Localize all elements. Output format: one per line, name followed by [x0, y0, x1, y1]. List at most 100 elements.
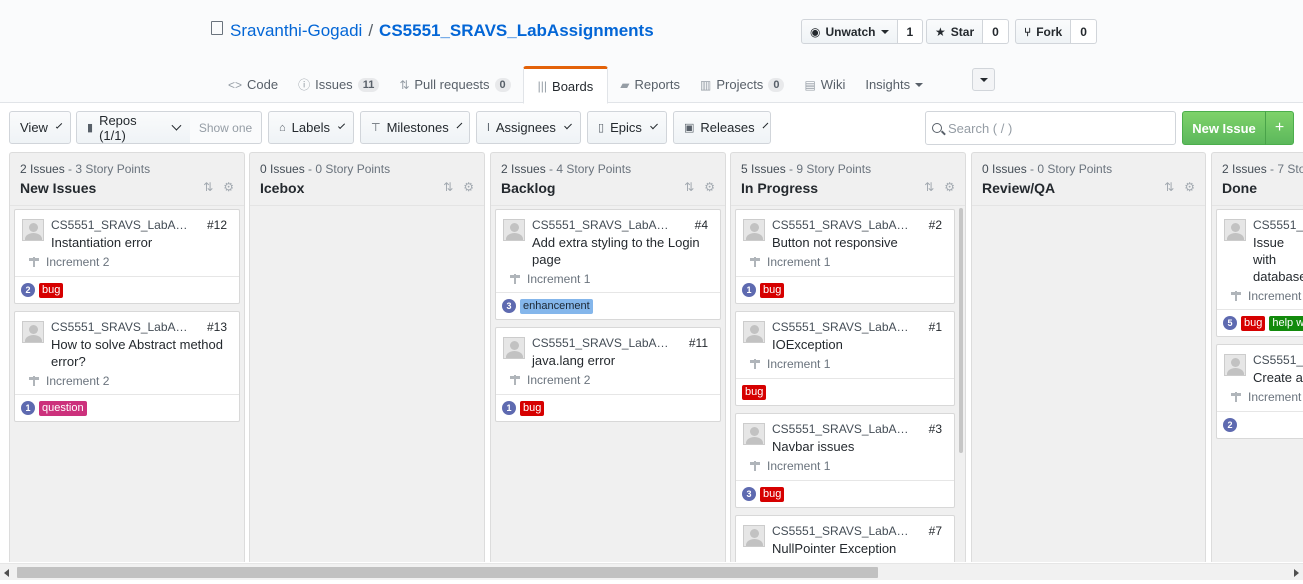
tag-icon: ⌂	[279, 121, 286, 134]
issue-title[interactable]: How to solve Abstract method error?	[51, 336, 231, 370]
issue-title[interactable]: IOException	[772, 336, 946, 353]
milestone-label: Increment 1	[767, 255, 831, 269]
tab-projects[interactable]: ▥ Projects 0	[692, 66, 792, 103]
issue-title[interactable]: Create a	[1253, 369, 1303, 386]
sort-icon[interactable]: ⇅	[1164, 180, 1174, 194]
milestones-dropdown[interactable]: ⊤ Milestones	[360, 111, 470, 144]
repos-dropdown[interactable]: ▮ Repos (1/1)	[76, 111, 191, 144]
issue-card[interactable]: CS5551_SRAVS_LabAssignments #13 How to s…	[14, 311, 240, 422]
scroll-right-arrow-icon[interactable]	[1294, 569, 1299, 577]
issue-card[interactable]: CS5551_SRAVS_LabAssignments Create a Inc…	[1216, 344, 1303, 439]
issue-card[interactable]: CS5551_SRAVS_LabAssignments #1 IOExcepti…	[735, 311, 955, 406]
chevron-down-icon	[456, 122, 463, 129]
labels-dropdown[interactable]: ⌂ Labels	[268, 111, 354, 144]
issue-title[interactable]: Button not responsive	[772, 234, 946, 251]
repo-owner-link[interactable]: Sravanthi-Gogadi	[230, 21, 362, 41]
label-bug[interactable]: bug	[760, 486, 785, 502]
pipeline-stats: 2 Issues - 7 Story Points	[1222, 162, 1303, 176]
issues-counter: 11	[357, 77, 380, 92]
tab-code[interactable]: <> Code	[220, 66, 286, 103]
search-input[interactable]: Search ( / )	[925, 111, 1176, 145]
issue-title[interactable]: Issue with database	[1253, 234, 1303, 285]
issue-number[interactable]: #7	[929, 524, 942, 538]
label-bug[interactable]: bug	[520, 400, 545, 416]
issue-number[interactable]: #4	[695, 218, 708, 232]
issue-number[interactable]: #13	[207, 320, 227, 334]
gear-icon[interactable]: ⚙	[1184, 180, 1195, 194]
issue-number[interactable]: #1	[929, 320, 942, 334]
milestone-label: Increment	[1248, 289, 1302, 303]
issue-number[interactable]: #3	[929, 422, 942, 436]
issue-number[interactable]: #12	[207, 218, 227, 232]
issue-card-main: CS5551_SRAVS_LabAssignments #7 NullPoint…	[736, 516, 954, 562]
label-help-wanted[interactable]: help wanted	[1269, 315, 1303, 331]
star-button[interactable]: ★ Star	[926, 19, 984, 44]
issue-card[interactable]: CS5551_SRAVS_LabAssignments #12 Instanti…	[14, 209, 240, 304]
issue-repo: CS5551_SRAVS_LabAssignments	[51, 218, 189, 232]
tab-insights[interactable]: Insights	[857, 66, 931, 103]
gear-icon[interactable]: ⚙	[704, 180, 715, 194]
tab-boards[interactable]: ||| Boards	[522, 66, 609, 104]
issue-number[interactable]: #2	[929, 218, 942, 232]
fork-count[interactable]: 0	[1071, 19, 1097, 44]
tab-wiki[interactable]: ▤ Wiki	[796, 66, 853, 103]
assignees-dropdown[interactable]: ǀ Assignees	[476, 111, 581, 144]
issue-card[interactable]: CS5551_SRAVS_LabAssignments #4 Add extra…	[495, 209, 721, 320]
sort-icon[interactable]: ⇅	[203, 180, 213, 194]
issue-number[interactable]: #11	[689, 336, 708, 350]
sort-icon[interactable]: ⇅	[443, 180, 453, 194]
issue-card[interactable]: CS5551_SRAVS_LabAssignments Issue with d…	[1216, 209, 1303, 337]
pipeline-controls: ⇅ ⚙	[924, 180, 955, 194]
label-question[interactable]: question	[39, 400, 87, 416]
avatar	[22, 321, 44, 343]
issue-title[interactable]: NullPointer Exception	[772, 540, 946, 557]
issue-card[interactable]: CS5551_SRAVS_LabAssignments #11 java.lan…	[495, 327, 721, 422]
pipeline-story-points: - 7 Story Points	[1270, 162, 1303, 176]
watch-count[interactable]: 1	[897, 19, 924, 44]
tab-pull-requests[interactable]: ⇅ Pull requests 0	[391, 66, 518, 103]
sort-icon[interactable]: ⇅	[684, 180, 694, 194]
issue-milestone: Increment 1	[750, 255, 946, 269]
chevron-down-icon	[915, 82, 924, 87]
scrollbar-thumb[interactable]	[17, 567, 878, 578]
board-horizontal-scrollbar[interactable]	[0, 563, 1303, 580]
tab-issues-label: Issues	[315, 77, 353, 92]
scroll-left-arrow-icon[interactable]	[4, 569, 9, 577]
eye-icon: ◉	[810, 24, 821, 39]
new-issue-button[interactable]: New Issue	[1182, 111, 1266, 145]
releases-dropdown[interactable]: ▣ Releases	[673, 111, 771, 144]
gear-icon[interactable]: ⚙	[944, 180, 955, 194]
label-bug[interactable]: bug	[760, 282, 785, 298]
label-bug[interactable]: bug	[39, 282, 64, 298]
pipeline-story-points: - 9 Story Points	[785, 162, 872, 176]
view-dropdown[interactable]: View	[9, 111, 71, 144]
fork-button[interactable]: ⑂ Fork	[1015, 19, 1072, 44]
gear-icon[interactable]: ⚙	[223, 180, 234, 194]
issue-title[interactable]: java.lang error	[532, 352, 712, 369]
new-issue-plus-button[interactable]: +	[1265, 111, 1294, 145]
gear-icon[interactable]: ⚙	[463, 180, 474, 194]
label-bug[interactable]: bug	[1241, 315, 1266, 331]
issue-title[interactable]: Instantiation error	[51, 234, 231, 251]
issue-title[interactable]: Navbar issues	[772, 438, 946, 455]
issue-title[interactable]: Add extra styling to the Login page	[532, 234, 712, 268]
milestone-label: Increment 2	[527, 373, 591, 387]
unwatch-button[interactable]: ◉ Unwatch	[801, 19, 898, 44]
tab-issues[interactable]: ⓘ Issues 11	[290, 66, 387, 103]
sort-icon[interactable]: ⇅	[924, 180, 934, 194]
issue-card[interactable]: CS5551_SRAVS_LabAssignments #2 Button no…	[735, 209, 955, 304]
star-count[interactable]: 0	[983, 19, 1009, 44]
issue-card[interactable]: CS5551_SRAVS_LabAssignments #7 NullPoint…	[735, 515, 955, 562]
tab-reports[interactable]: ▰ Reports	[612, 66, 688, 103]
star-icon: ★	[935, 24, 946, 39]
label-enhancement[interactable]: enhancement	[520, 298, 593, 314]
issue-card[interactable]: CS5551_SRAVS_LabAssignments #3 Navbar is…	[735, 413, 955, 508]
nav-extension-dropdown[interactable]	[972, 68, 995, 91]
epics-dropdown[interactable]: ▯ Epics	[587, 111, 667, 144]
pipeline-review-qa: 0 Issues - 0 Story Points Review/QA ⇅ ⚙	[971, 152, 1206, 562]
milestone-icon	[1231, 291, 1241, 301]
milestone-icon: ⊤	[371, 122, 381, 134]
show-one-button[interactable]: Show one	[190, 111, 262, 144]
label-bug[interactable]: bug	[742, 384, 767, 400]
repo-name-link[interactable]: CS5551_SRAVS_LabAssignments	[379, 21, 654, 41]
